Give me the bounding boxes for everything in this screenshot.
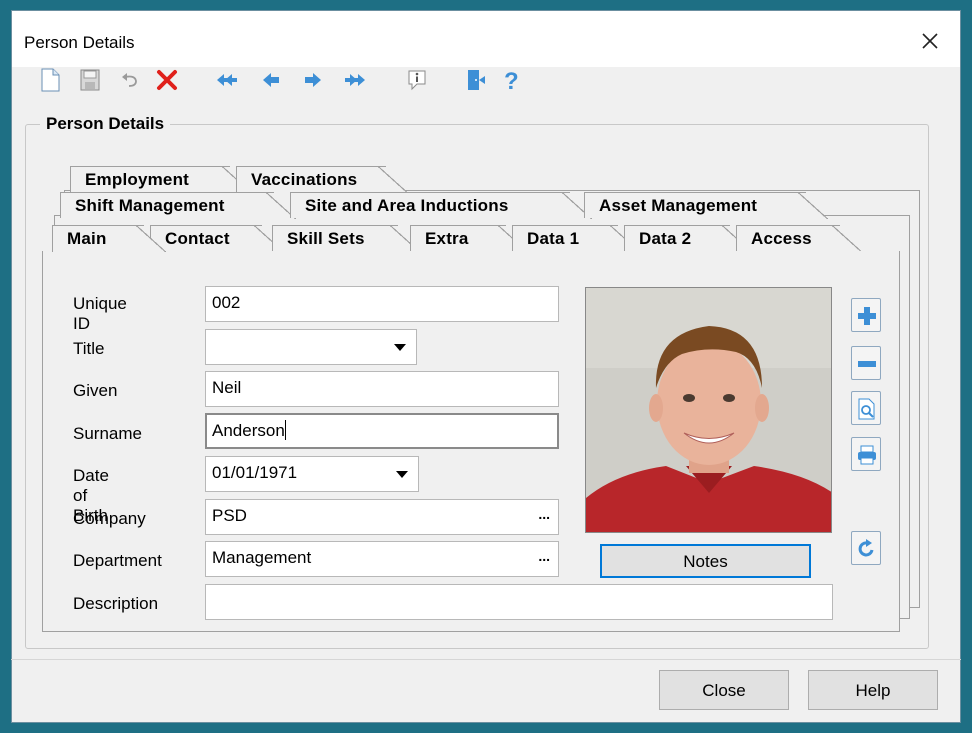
window-title: Person Details: [24, 33, 135, 52]
tab-asset-management[interactable]: Asset Management: [584, 192, 828, 219]
company-field[interactable]: PSD...: [205, 499, 559, 535]
company-browse-button[interactable]: ...: [538, 506, 550, 522]
remove-photo-button[interactable]: [851, 346, 881, 380]
notes-button[interactable]: Notes: [600, 544, 811, 578]
text-caret: [284, 420, 286, 440]
company-label: Company: [73, 509, 146, 528]
tab-employment[interactable]: Employment: [70, 166, 252, 193]
department-field[interactable]: Management...: [205, 541, 559, 577]
delete-icon[interactable]: [154, 66, 180, 94]
surname-field[interactable]: Anderson: [205, 413, 559, 449]
preview-photo-icon: [858, 398, 875, 420]
last-record-icon[interactable]: [342, 66, 368, 94]
save-icon[interactable]: [78, 66, 104, 94]
previous-record-icon[interactable]: [258, 66, 284, 94]
help-button[interactable]: Help: [808, 670, 938, 710]
next-record-icon[interactable]: [300, 66, 326, 94]
close-button[interactable]: Close: [659, 670, 789, 710]
tab-vaccinations[interactable]: Vaccinations: [236, 166, 408, 193]
surname-label: Surname: [73, 424, 142, 443]
close-window-icon[interactable]: [914, 25, 946, 57]
remove-photo-icon: [858, 361, 876, 367]
tab-site-and-area-inductions[interactable]: Site and Area Inductions: [290, 192, 592, 219]
rotate-photo-button[interactable]: [851, 531, 881, 565]
print-photo-icon: [858, 445, 876, 465]
info-icon[interactable]: [404, 66, 430, 94]
tab-shift-management[interactable]: Shift Management: [60, 192, 296, 219]
add-photo-icon: [858, 307, 876, 325]
unique-id-field[interactable]: 002: [205, 286, 559, 322]
tab-extra[interactable]: Extra: [410, 225, 528, 252]
department-browse-button[interactable]: ...: [538, 548, 550, 564]
tab-contact[interactable]: Contact: [150, 225, 284, 252]
first-record-icon[interactable]: [214, 66, 240, 94]
date-of-birth-picker[interactable]: 01/01/1971: [205, 456, 419, 492]
rotate-photo-icon: [858, 539, 874, 557]
chevron-down-icon: [394, 344, 406, 351]
chevron-down-icon: [396, 471, 408, 478]
description-label: Description: [73, 594, 159, 613]
given-label: Given: [73, 381, 118, 400]
tab-skill-sets[interactable]: Skill Sets: [272, 225, 420, 252]
add-photo-button[interactable]: [851, 298, 881, 332]
tab-data-2[interactable]: Data 2: [624, 225, 752, 252]
given-name-field[interactable]: Neil: [205, 371, 559, 407]
title-dropdown[interactable]: [205, 329, 417, 365]
tab-data-1[interactable]: Data 1: [512, 225, 640, 252]
exit-icon[interactable]: [464, 66, 490, 94]
preview-photo-button[interactable]: [851, 391, 881, 425]
description-field[interactable]: [205, 584, 833, 620]
group-label: Person Details: [40, 114, 171, 134]
footer-divider: [11, 659, 961, 660]
help-icon[interactable]: ?: [500, 66, 526, 94]
tab-access[interactable]: Access: [736, 225, 862, 252]
undo-icon[interactable]: [118, 66, 144, 94]
title-bar: Person Details: [12, 11, 960, 67]
new-record-icon[interactable]: [38, 66, 64, 94]
person-photo: [585, 287, 832, 533]
unique-id-label: Unique ID: [73, 294, 127, 333]
toolbar: ?: [14, 66, 614, 96]
print-photo-button[interactable]: [851, 437, 881, 471]
department-label: Department: [73, 551, 162, 570]
tab-main[interactable]: Main: [52, 225, 166, 252]
title-label: Title: [73, 339, 105, 358]
svg-text:?: ?: [504, 68, 519, 94]
